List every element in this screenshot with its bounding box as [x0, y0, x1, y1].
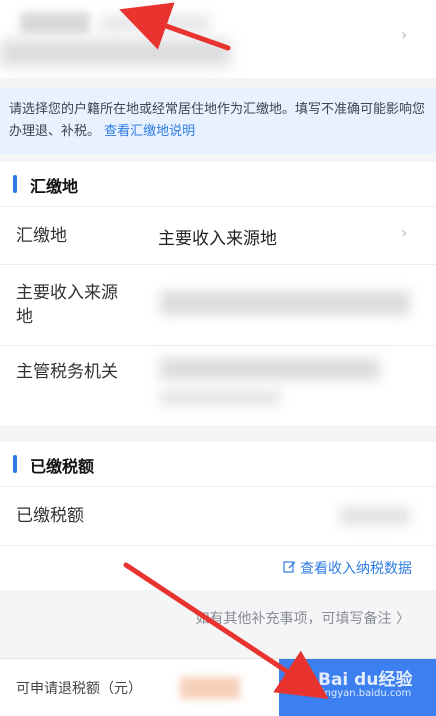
profile-card[interactable]: › — [0, 0, 436, 78]
remark-label: 如有其他补充事项，可填写备注 — [195, 611, 392, 627]
remark-row[interactable]: 如有其他补充事项，可填写备注 〉 — [0, 596, 436, 640]
notice-text: 请选择您的户籍所在地或经常居住地作为汇缴地。填写不准确可能影响您办理退、补税。 … — [9, 99, 427, 143]
income-source-row[interactable]: 主要收入来源 地 — [0, 265, 436, 346]
blurred-text — [20, 12, 90, 34]
section-header-huijiaodi: 汇缴地 — [0, 162, 436, 207]
row-label: 已缴税额 — [16, 506, 84, 526]
notice-message: 请选择您的户籍所在地或经常居住地作为汇缴地。填写不准确可能影响您办理退、补税。 — [9, 102, 426, 139]
section-title: 汇缴地 — [30, 177, 79, 196]
section-title: 已缴税额 — [30, 457, 95, 476]
blurred-value — [160, 291, 410, 315]
view-income-data-link[interactable]: 查看收入纳税数据 — [283, 558, 412, 578]
notice-link[interactable]: 查看汇缴地说明 — [104, 124, 195, 139]
huijiaodi-row[interactable]: 汇缴地 主要收入来源地 › — [0, 207, 436, 265]
section-accent-bar — [13, 455, 17, 473]
section-header-paid: 已缴税额 — [0, 442, 436, 487]
section-accent-bar — [13, 175, 17, 193]
blurred-value — [160, 390, 280, 406]
row-value: 主要收入来源地 — [158, 229, 277, 249]
remark-hint[interactable]: 如有其他补充事项，可填写备注 〉 — [196, 608, 410, 628]
row-label: 汇缴地 — [16, 226, 67, 246]
view-income-data-row[interactable]: 查看收入纳税数据 — [0, 546, 436, 590]
paid-tax-row: 已缴税额 — [0, 487, 436, 546]
blurred-value — [340, 507, 410, 525]
chevron-right-icon: › — [401, 25, 408, 44]
refund-amount-value — [180, 677, 240, 699]
chevron-right-icon: › — [401, 223, 408, 242]
row-label-line2: 地 — [16, 307, 33, 327]
tax-office-row[interactable]: 主管税务机关 — [0, 346, 436, 427]
baidu-watermark-url: jingyan.baidu.com — [319, 688, 412, 699]
chevron-right-icon: 〉 — [396, 611, 410, 627]
notice-banner: 请选择您的户籍所在地或经常居住地作为汇缴地。填写不准确可能影响您办理退、补税。 … — [0, 88, 436, 154]
edit-icon — [283, 560, 296, 577]
link-label: 查看收入纳税数据 — [300, 561, 412, 577]
blurred-text — [0, 40, 230, 66]
refund-amount-label: 可申请退税额（元） — [16, 681, 142, 697]
blurred-text — [100, 15, 210, 31]
blurred-value — [160, 358, 380, 380]
baidu-watermark: Bai du经验 — [318, 670, 413, 690]
row-label: 主管税务机关 — [16, 362, 118, 382]
